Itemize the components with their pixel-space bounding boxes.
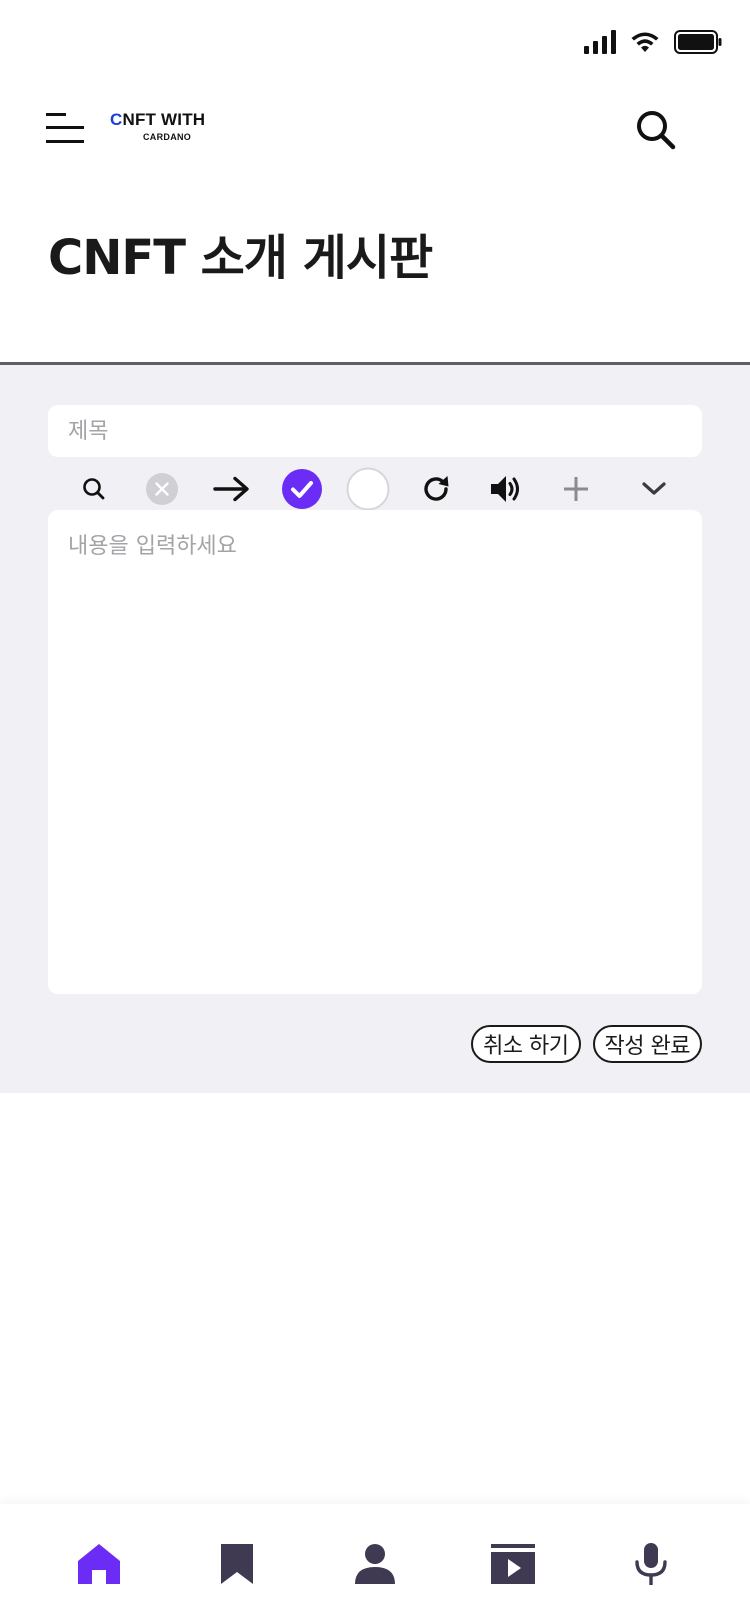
- cancel-button[interactable]: 취소 하기: [471, 1025, 581, 1063]
- title-input[interactable]: [48, 405, 702, 457]
- bookmark-icon[interactable]: [207, 1534, 267, 1594]
- home-icon[interactable]: [69, 1534, 129, 1594]
- hamburger-menu-icon[interactable]: [46, 110, 86, 146]
- search-icon[interactable]: [634, 108, 678, 152]
- form-actions: 취소 하기 작성 완료: [471, 1025, 702, 1063]
- chevron-down-icon[interactable]: [632, 467, 676, 511]
- check-circle-icon[interactable]: [280, 467, 324, 511]
- empty-circle-icon[interactable]: [346, 467, 390, 511]
- refresh-icon[interactable]: [414, 467, 458, 511]
- plus-icon[interactable]: [554, 467, 598, 511]
- toolbar-search-icon[interactable]: [72, 467, 116, 511]
- volume-icon[interactable]: [484, 467, 528, 511]
- bottom-nav: [0, 1504, 750, 1624]
- page-title: CNFT 소개 게시판: [48, 230, 433, 286]
- signal-icon: [584, 30, 616, 58]
- logo[interactable]: CNFT WITH CARDANO: [110, 110, 220, 150]
- media-icon[interactable]: [483, 1534, 543, 1594]
- logo-subtitle: CARDANO: [143, 132, 192, 142]
- microphone-icon[interactable]: [621, 1534, 681, 1594]
- profile-icon[interactable]: [345, 1534, 405, 1594]
- battery-icon: [674, 30, 722, 58]
- clear-icon[interactable]: [140, 467, 184, 511]
- editor-panel: 취소 하기 작성 완료: [0, 365, 750, 1093]
- status-icons: [584, 30, 722, 58]
- submit-button[interactable]: 작성 완료: [592, 1025, 702, 1063]
- arrow-right-icon[interactable]: [210, 467, 254, 511]
- status-bar: [0, 0, 750, 90]
- editor-toolbar: [48, 463, 702, 515]
- content-textarea[interactable]: [48, 510, 702, 994]
- logo-wordmark: CNFT WITH: [110, 110, 206, 129]
- wifi-icon: [630, 30, 660, 58]
- app-header: CNFT WITH CARDANO: [0, 100, 750, 160]
